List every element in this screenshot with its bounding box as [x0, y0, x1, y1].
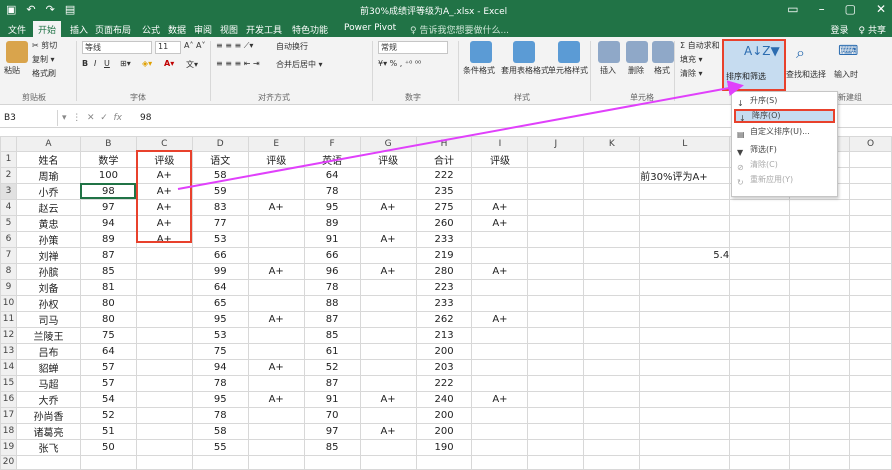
annotation-arrow: [177, 80, 744, 190]
